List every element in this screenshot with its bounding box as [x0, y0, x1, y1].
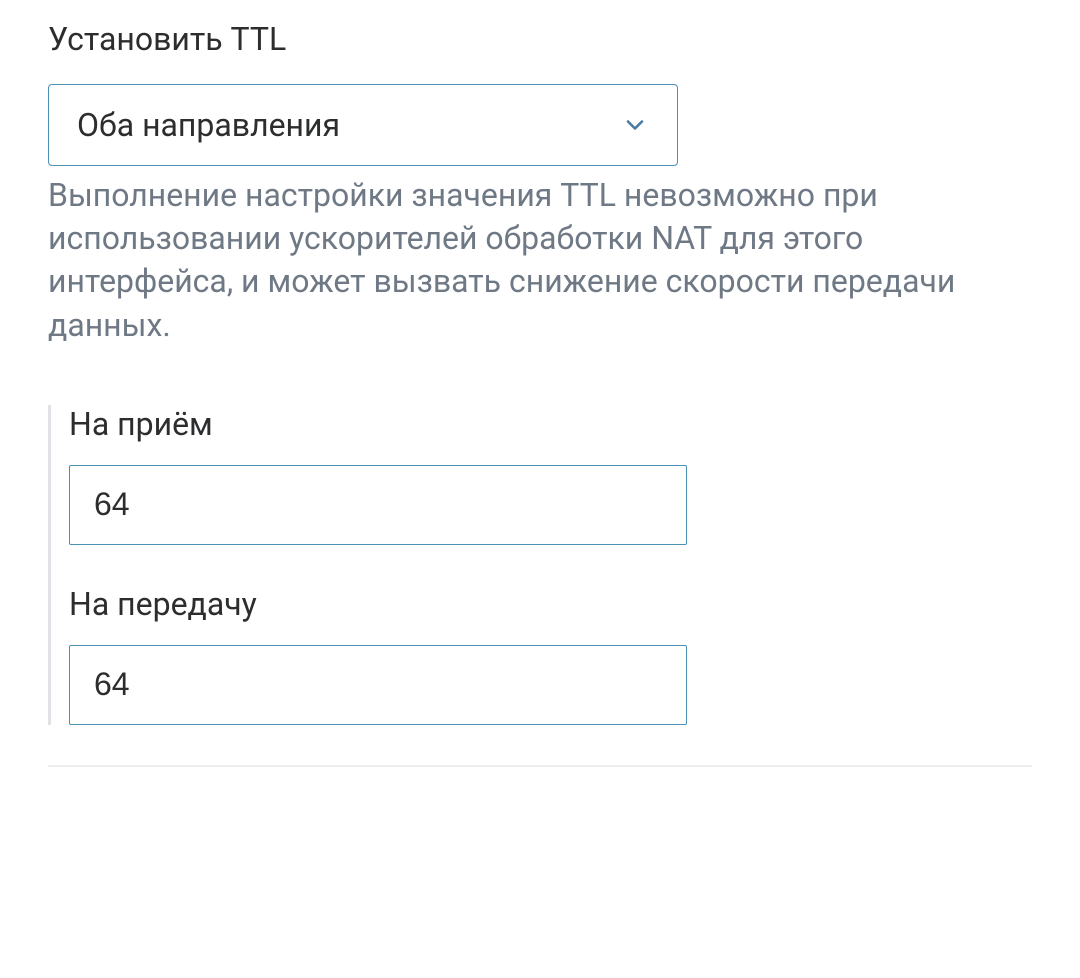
ttl-section-title: Установить TTL — [48, 20, 1032, 58]
ttl-direction-value: Оба направления — [77, 106, 340, 144]
ttl-transmit-label: На передачу — [69, 585, 1032, 623]
ttl-receive-label: На приём — [69, 405, 1032, 443]
ttl-transmit-field: На передачу — [69, 585, 1032, 725]
ttl-receive-input[interactable] — [69, 465, 687, 545]
ttl-help-text: Выполнение настройки значения TTL невозм… — [48, 174, 1028, 347]
ttl-receive-field: На приём — [69, 405, 1032, 545]
ttl-transmit-input[interactable] — [69, 645, 687, 725]
section-divider — [48, 765, 1032, 767]
chevron-down-icon — [621, 111, 649, 139]
ttl-values-group: На приём На передачу — [48, 405, 1032, 725]
ttl-direction-select[interactable]: Оба направления — [48, 84, 678, 166]
